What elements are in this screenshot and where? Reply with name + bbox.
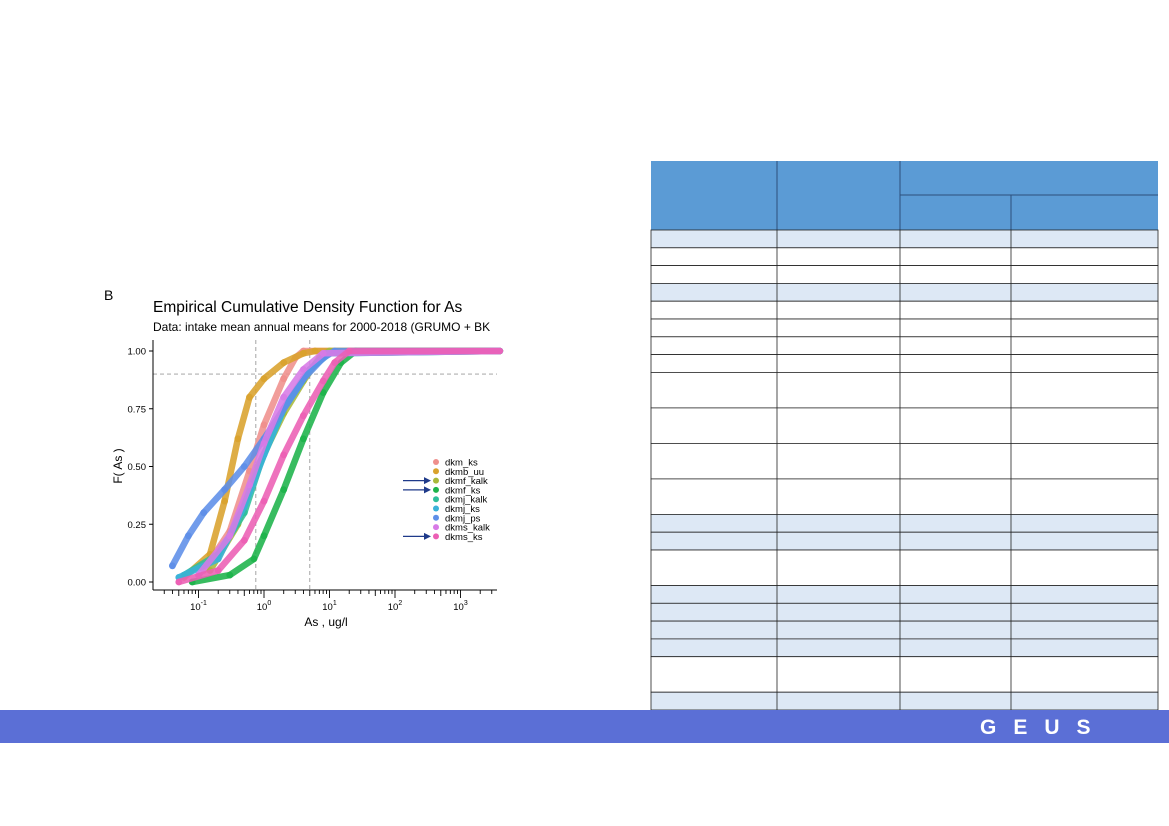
legend-key-dkmj_ps: [433, 514, 439, 521]
point-dkms_ks-2: [240, 537, 248, 544]
point-dkmb_uu-8: [311, 347, 319, 355]
point-dkms_ks-1: [214, 567, 222, 574]
x-tick-exp: 2: [398, 600, 402, 607]
x-tick-base: 10: [453, 602, 464, 613]
x-tick-label-1000: 103: [453, 600, 468, 613]
legend-key-dkms_kalk: [433, 524, 439, 531]
point-dkmf_ks-5: [300, 435, 307, 443]
point-dkmj_ps-0: [169, 562, 176, 570]
point-dkms_kalk-3: [260, 440, 268, 447]
legend-key-dkmf_ks: [433, 486, 439, 493]
point-dkms_kalk-5: [300, 366, 307, 373]
point-dkms_kalk-1: [226, 532, 234, 540]
chart-title: Empirical Cumulative Density Function fo…: [153, 299, 463, 316]
point-dkmf_ks-4: [280, 486, 288, 493]
point-dkmb_uu-7: [300, 349, 307, 357]
point-dkms_ks-5: [300, 412, 307, 420]
point-dkmb_uu-5: [260, 375, 268, 383]
legend-key-dkmj_kalk: [433, 496, 439, 503]
y-tick-label-0.50: 0.50: [128, 462, 147, 473]
legend-key-dkm_ks: [433, 459, 439, 465]
point-dkms_ks-0: [175, 578, 183, 586]
x-tick-label-10: 101: [322, 600, 337, 613]
point-dkmj_ps-2: [200, 509, 208, 517]
y-tick-label-1.00: 1.00: [128, 347, 147, 358]
point-dkm_ks-3: [260, 421, 268, 429]
x-tick-exp: 3: [464, 600, 468, 607]
x-tick-exp: 0: [267, 600, 271, 607]
y-axis-label: F( As ): [111, 448, 125, 483]
legend-key-dkmj_ks: [433, 505, 439, 512]
legend-label-dkms_ks: dkms_ks: [445, 532, 483, 543]
y-tick-label-0.00: 0.00: [128, 578, 147, 589]
point-dkms_ks-7: [331, 359, 339, 366]
x-tick-base: 10: [190, 602, 201, 613]
legend-key-dkmb_uu: [433, 468, 439, 475]
legend-key-dkms_ks: [433, 533, 439, 540]
x-axis-label: As , ug/l: [304, 615, 347, 629]
x-tick-label-0.1: 10-1: [190, 600, 207, 613]
point-dkmf_ks-3: [260, 532, 268, 540]
point-dkms_ks-3: [260, 497, 268, 505]
point-dkmf_ks-2: [250, 555, 258, 563]
x-tick-label-1: 100: [257, 600, 272, 613]
y-tick-label-0.25: 0.25: [128, 520, 147, 531]
point-dkms_kalk-4: [280, 393, 288, 401]
x-tick-base: 10: [388, 602, 399, 613]
legend-key-dkmf_kalk: [433, 477, 439, 484]
point-dkms_kalk-2: [246, 481, 253, 489]
x-tick-base: 10: [257, 602, 268, 613]
panel-letter: B: [104, 287, 113, 303]
point-dkmb_uu-6: [280, 359, 288, 366]
point-dkmb_uu-3: [234, 435, 242, 443]
point-dkmf_ks-1: [226, 571, 234, 579]
x-tick-base: 10: [322, 602, 333, 613]
point-dkmb_uu-4: [246, 393, 253, 401]
point-dkm_ks-4: [280, 375, 288, 383]
point-dkms_kalk-6: [319, 349, 327, 357]
x-tick-exp: -1: [201, 600, 207, 607]
y-tick-label-0.75: 0.75: [128, 404, 147, 415]
point-dkms_ks-8: [345, 347, 353, 355]
point-dkms_ks-6: [319, 377, 327, 385]
x-tick-exp: 1: [333, 600, 337, 607]
point-dkmj_ps-1: [185, 532, 192, 540]
point-dkmj_ps-3: [221, 486, 229, 493]
x-tick-label-100: 102: [388, 600, 403, 613]
geus-logo: GEUS: [980, 716, 1108, 739]
point-dkms_ks-4: [280, 451, 288, 459]
chart-subtitle: Data: intake mean annual means for 2000-…: [153, 320, 490, 334]
point-dkmj_ps-4: [240, 463, 248, 470]
point-dkmb_uu-2: [221, 497, 229, 505]
ecdf-chart: B Empirical Cumulative Density Function …: [104, 287, 504, 629]
